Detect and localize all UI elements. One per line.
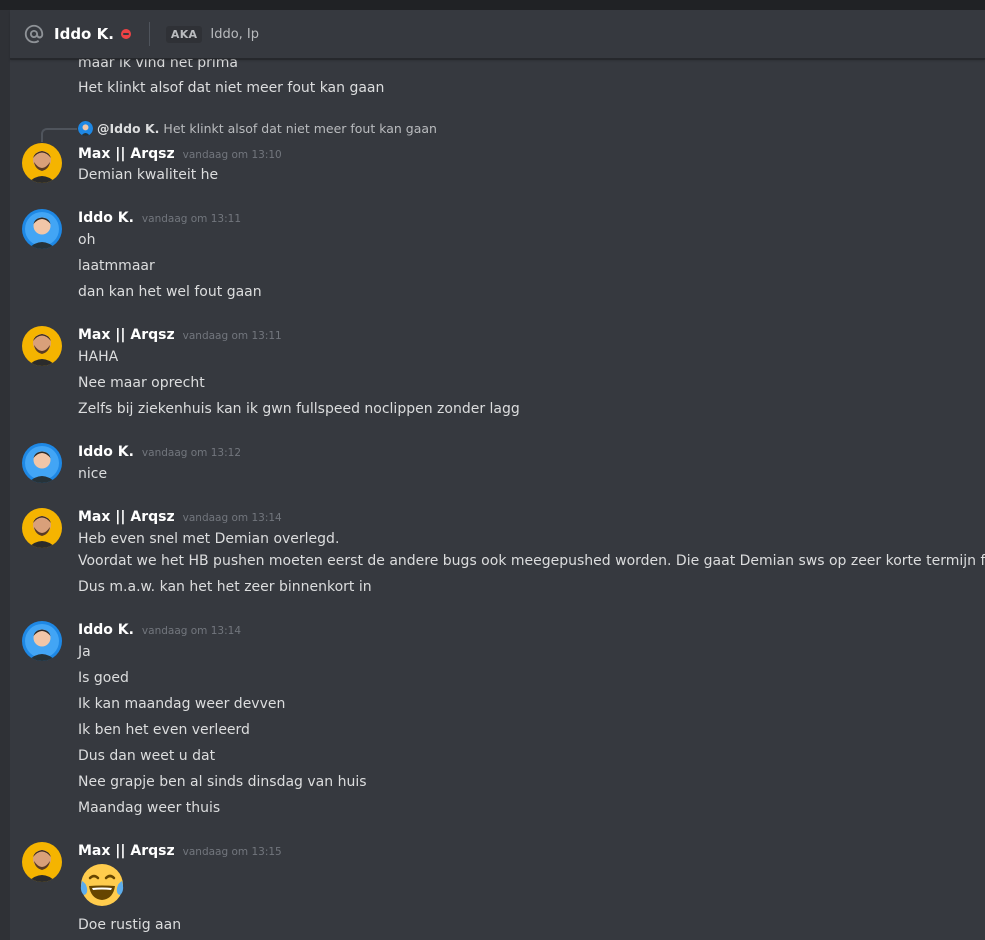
reply-text: Het klinkt alsof dat niet meer fout kan … [163, 121, 437, 136]
message-line: Demian kwaliteit he [78, 167, 219, 183]
author-name[interactable]: Iddo K. vandaag om 13:14 [78, 621, 241, 640]
message-line: Heb even snel met Demian overlegd. [78, 531, 340, 547]
author-name[interactable]: Max || Arqsz vandaag om 13:15 [78, 842, 282, 861]
avatar-iddo[interactable] [22, 621, 62, 661]
message-line: Dus m.a.w. kan het het zeer binnenkort i… [78, 579, 372, 595]
timestamp: vandaag om 13:11 [141, 213, 242, 225]
message-line: HAHA [78, 349, 119, 365]
do-not-disturb-status-icon [120, 29, 131, 39]
timestamp: vandaag om 13:15 [182, 846, 282, 858]
reply-avatar [78, 121, 93, 136]
window-top-strip [0, 0, 985, 10]
message-line: Doe rustig aan [78, 917, 182, 933]
message-line: Ja [78, 644, 91, 660]
timestamp: vandaag om 13:12 [141, 447, 242, 459]
message-line: Nee maar oprecht [78, 375, 205, 391]
aka-names: Iddo, Ip [210, 26, 260, 42]
message-list[interactable]: maar ik vind het prima Het klinkt alsof … [10, 59, 985, 940]
avatar-max[interactable] [22, 143, 62, 183]
message-line: Is goed [78, 670, 129, 686]
message-line: Het klinkt alsof dat niet meer fout kan … [78, 80, 385, 96]
channel-header: Iddo K. AKA Iddo, Ip [10, 10, 985, 59]
message-line: Zelfs bij ziekenhuis kan ik gwn fullspee… [78, 401, 520, 417]
message-line: Ik kan maandag weer devven [78, 696, 286, 712]
dm-recipient-name[interactable]: Iddo K. [54, 25, 114, 43]
timestamp: vandaag om 13:11 [182, 330, 282, 342]
message-line: Voordat we het HB pushen moeten eerst de… [78, 553, 985, 569]
avatar-max[interactable] [22, 842, 62, 882]
face-with-tears-of-joy-emoji-icon[interactable] [78, 861, 126, 909]
message-line: Maandag weer thuis [78, 800, 221, 816]
timestamp: vandaag om 13:14 [141, 625, 242, 637]
reply-spine [41, 128, 77, 142]
message-line: nice [78, 466, 108, 482]
avatar-iddo[interactable] [22, 443, 62, 483]
avatar-max[interactable] [22, 326, 62, 366]
window-left-edge [0, 10, 10, 940]
author-name[interactable]: Iddo K. vandaag om 13:11 [78, 209, 241, 228]
timestamp: vandaag om 13:14 [182, 512, 282, 524]
author-name[interactable]: Max || Arqsz vandaag om 13:11 [78, 326, 282, 345]
author-name[interactable]: Max || Arqsz vandaag om 13:10 [78, 145, 282, 164]
at-sign-icon [23, 23, 45, 45]
message-line: laatmmaar [78, 258, 155, 274]
avatar-max[interactable] [22, 508, 62, 548]
author-name[interactable]: Max || Arqsz vandaag om 13:14 [78, 508, 282, 527]
message-line: dan kan het wel fout gaan [78, 284, 262, 300]
avatar-iddo[interactable] [22, 209, 62, 249]
header-divider [148, 22, 150, 46]
reply-preview[interactable]: @Iddo K. Het klinkt alsof dat niet meer … [78, 121, 437, 136]
aka-badge: AKA [165, 25, 203, 43]
reply-mention[interactable]: @Iddo K. [97, 121, 159, 136]
message-line: Nee grapje ben al sinds dinsdag van huis [78, 774, 367, 790]
message-line: Dus dan weet u dat [78, 748, 216, 764]
message-line: oh [78, 232, 96, 248]
author-name[interactable]: Iddo K. vandaag om 13:12 [78, 443, 241, 462]
message-line: maar ik vind het prima [78, 59, 239, 71]
timestamp: vandaag om 13:10 [182, 149, 282, 161]
message-line: Ik ben het even verleerd [78, 722, 250, 738]
